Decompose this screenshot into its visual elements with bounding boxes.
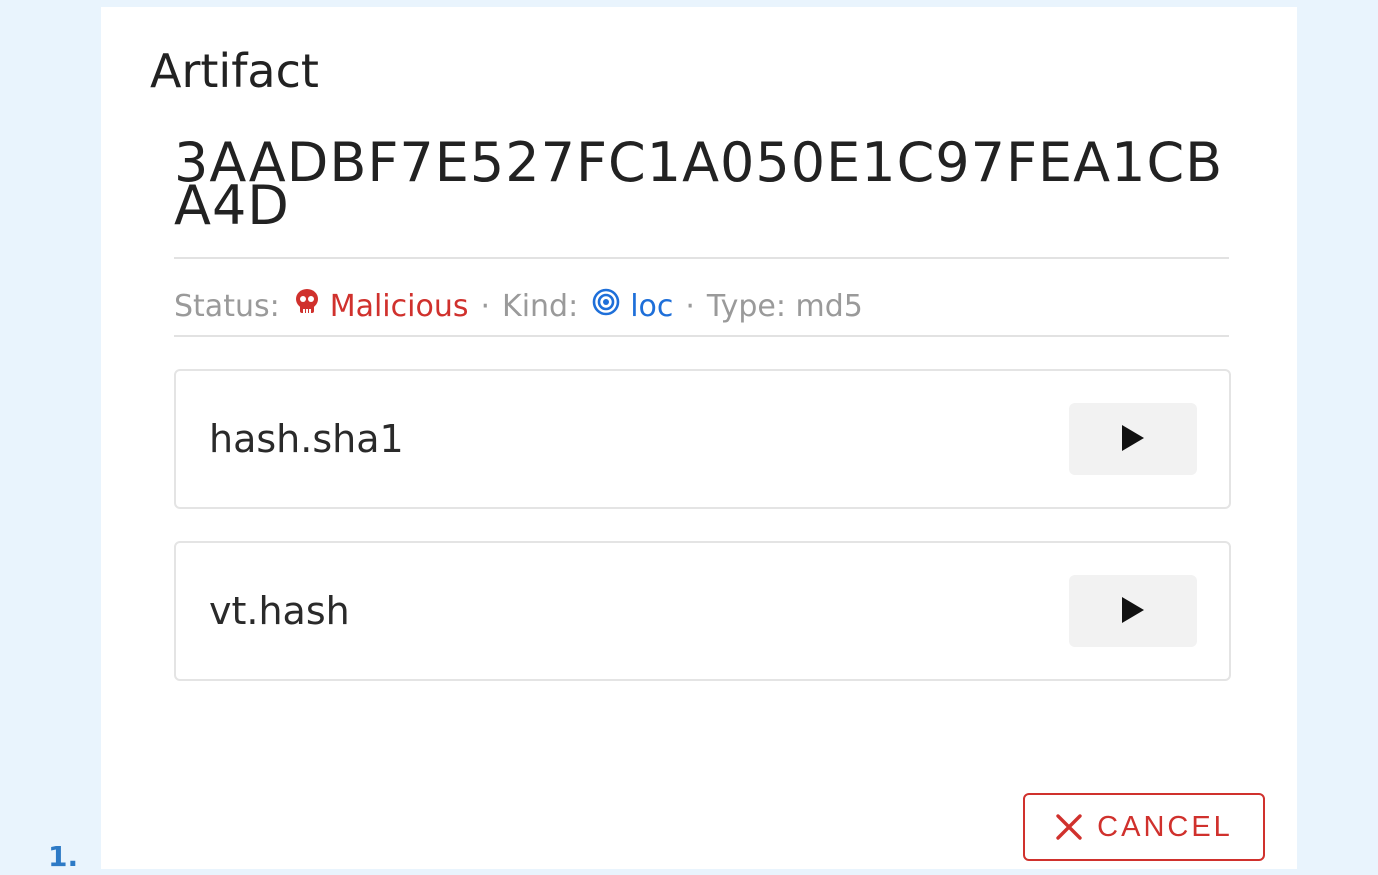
type-text: Type: md5 xyxy=(706,288,863,324)
status-label: Status: xyxy=(174,288,280,324)
meta-separator: · xyxy=(685,288,695,324)
kind-badge: loc xyxy=(578,288,673,324)
kind-label: Kind: xyxy=(502,288,579,324)
list-item: vt.hash xyxy=(174,541,1231,681)
meta-separator: · xyxy=(480,288,491,324)
divider xyxy=(174,335,1229,337)
artifact-value: 3AADBF7E527FC1A050E1C97FEA1CBA4D xyxy=(174,131,1224,237)
run-button[interactable] xyxy=(1069,575,1197,647)
card-label: vt.hash xyxy=(209,589,350,633)
list-number: 1. xyxy=(48,840,79,873)
run-button[interactable] xyxy=(1069,403,1197,475)
play-icon xyxy=(1122,424,1144,454)
play-icon xyxy=(1122,596,1144,626)
kind-value: loc xyxy=(630,288,674,324)
cancel-button[interactable]: CANCEL xyxy=(1023,793,1265,861)
close-icon xyxy=(1055,813,1083,841)
artifact-meta: Status: Malicious · Kind: loc · Type: md… xyxy=(174,286,863,326)
dialog-title: Artifact xyxy=(150,44,319,98)
status-value: Malicious xyxy=(329,288,469,324)
card-label: hash.sha1 xyxy=(209,417,404,461)
artifact-dialog: Artifact 3AADBF7E527FC1A050E1C97FEA1CBA4… xyxy=(101,7,1297,869)
status-badge: Malicious xyxy=(280,288,469,324)
list-item: hash.sha1 xyxy=(174,369,1231,509)
skull-icon xyxy=(294,288,320,324)
divider xyxy=(174,257,1229,259)
target-icon xyxy=(592,288,620,324)
cancel-label: CANCEL xyxy=(1097,810,1233,843)
